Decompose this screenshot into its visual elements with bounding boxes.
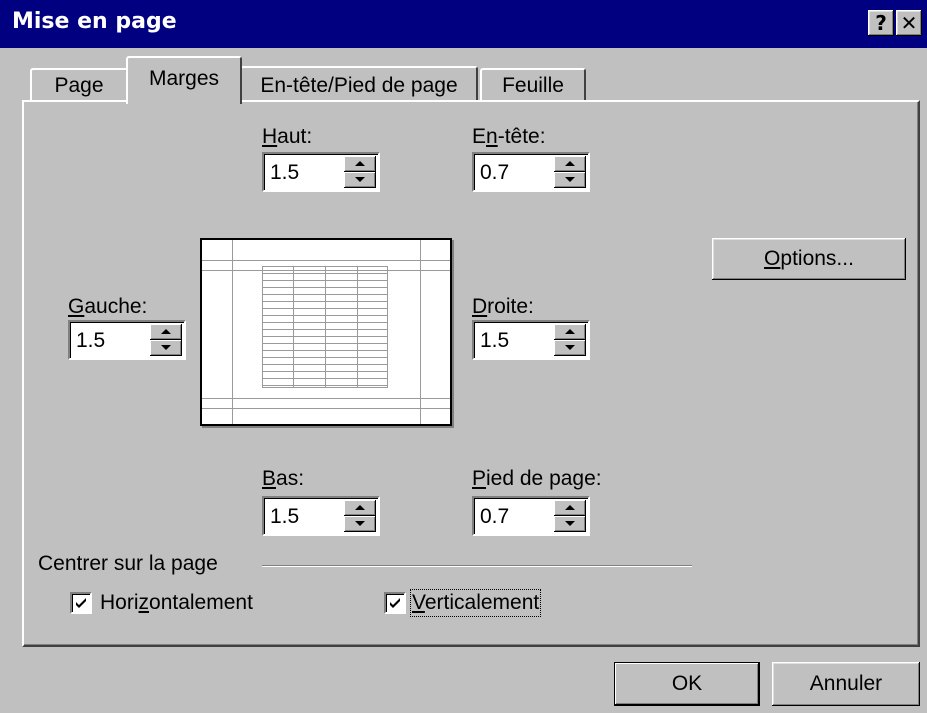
arrow-down-icon: [355, 177, 365, 182]
checkmark-icon: [76, 598, 86, 608]
arrow-up-icon: [565, 505, 575, 510]
tab-entete-pied[interactable]: En-tête/Pied de page: [240, 66, 478, 102]
gauche-label: Gauche:: [68, 295, 148, 318]
cancel-button-label: Annuler: [809, 672, 883, 695]
gauche-value: 1.5: [76, 329, 106, 352]
haut-label: Haut:: [262, 125, 313, 148]
pied-value: 0.7: [480, 505, 510, 528]
arrow-down-icon: [355, 521, 365, 526]
droite-spinbox[interactable]: 1.5: [472, 320, 590, 360]
haut-value: 1.5: [270, 161, 300, 184]
entete-value: 0.7: [480, 161, 510, 184]
haut-spinbox[interactable]: 1.5: [262, 152, 380, 192]
arrow-down-icon: [161, 345, 171, 350]
entete-spinbox[interactable]: 0.7: [472, 152, 590, 192]
droite-value: 1.5: [480, 329, 510, 352]
window-title: Mise en page: [12, 9, 177, 34]
arrow-up-icon: [565, 161, 575, 166]
center-group-label: Centrer sur la page: [38, 552, 218, 575]
gauche-down-button[interactable]: [150, 340, 182, 356]
entete-down-button[interactable]: [554, 172, 586, 188]
pied-up-button[interactable]: [554, 500, 586, 516]
options-button-label: Options...: [764, 247, 854, 270]
ok-button-label: OK: [671, 672, 703, 695]
center-group-divider: [262, 565, 692, 567]
preview-header-line: [202, 260, 450, 261]
arrow-down-icon: [565, 177, 575, 182]
checkmark-icon: [390, 598, 400, 608]
cancel-button[interactable]: Annuler: [772, 662, 920, 706]
tab-marges[interactable]: Marges: [126, 56, 242, 104]
close-icon: ✕: [900, 11, 918, 35]
preview-footer-line: [202, 408, 450, 409]
droite-up-button[interactable]: [554, 324, 586, 340]
tab-page-label: Page: [54, 74, 104, 97]
bas-down-button[interactable]: [344, 516, 376, 532]
pied-spinbox[interactable]: 0.7: [472, 496, 590, 536]
tab-feuille[interactable]: Feuille: [480, 68, 586, 102]
gauche-spinbox[interactable]: 1.5: [68, 320, 186, 360]
haut-up-button[interactable]: [344, 156, 376, 172]
arrow-up-icon: [565, 329, 575, 334]
preview-left-margin-line: [232, 240, 233, 424]
ok-button[interactable]: OK: [614, 662, 760, 706]
bas-up-button[interactable]: [344, 500, 376, 516]
vertical-checkbox[interactable]: [384, 592, 406, 614]
bas-spinbox[interactable]: 1.5: [262, 496, 380, 536]
pied-label: Pied de page:: [472, 467, 602, 490]
entete-label: En-tête:: [472, 125, 546, 148]
arrow-up-icon: [355, 505, 365, 510]
title-bar: Mise en page ? ✕: [0, 0, 927, 48]
help-icon: ?: [875, 11, 887, 35]
bas-label: Bas:: [262, 467, 305, 490]
arrow-up-icon: [161, 329, 171, 334]
preview-bottom-margin-line: [202, 398, 450, 399]
preview-right-margin-line: [420, 240, 421, 424]
droite-down-button[interactable]: [554, 340, 586, 356]
help-button[interactable]: ?: [868, 10, 894, 36]
droite-label: Droite:: [472, 295, 534, 318]
horizontal-label[interactable]: Horizontalement: [100, 591, 253, 615]
haut-down-button[interactable]: [344, 172, 376, 188]
tab-feuille-label: Feuille: [502, 74, 564, 97]
preview-table: [262, 266, 388, 388]
horizontal-checkbox[interactable]: [70, 592, 92, 614]
bas-value: 1.5: [270, 505, 300, 528]
entete-up-button[interactable]: [554, 156, 586, 172]
arrow-up-icon: [355, 161, 365, 166]
close-button[interactable]: ✕: [896, 10, 922, 36]
arrow-down-icon: [565, 521, 575, 526]
tab-page[interactable]: Page: [30, 68, 128, 102]
options-button[interactable]: Options...: [712, 238, 906, 280]
tab-marges-label: Marges: [148, 67, 220, 90]
pied-down-button[interactable]: [554, 516, 586, 532]
vertical-label[interactable]: Verticalement: [409, 589, 542, 617]
gauche-up-button[interactable]: [150, 324, 182, 340]
margin-preview: [200, 238, 452, 426]
arrow-down-icon: [565, 345, 575, 350]
tab-entete-pied-label: En-tête/Pied de page: [260, 74, 458, 97]
